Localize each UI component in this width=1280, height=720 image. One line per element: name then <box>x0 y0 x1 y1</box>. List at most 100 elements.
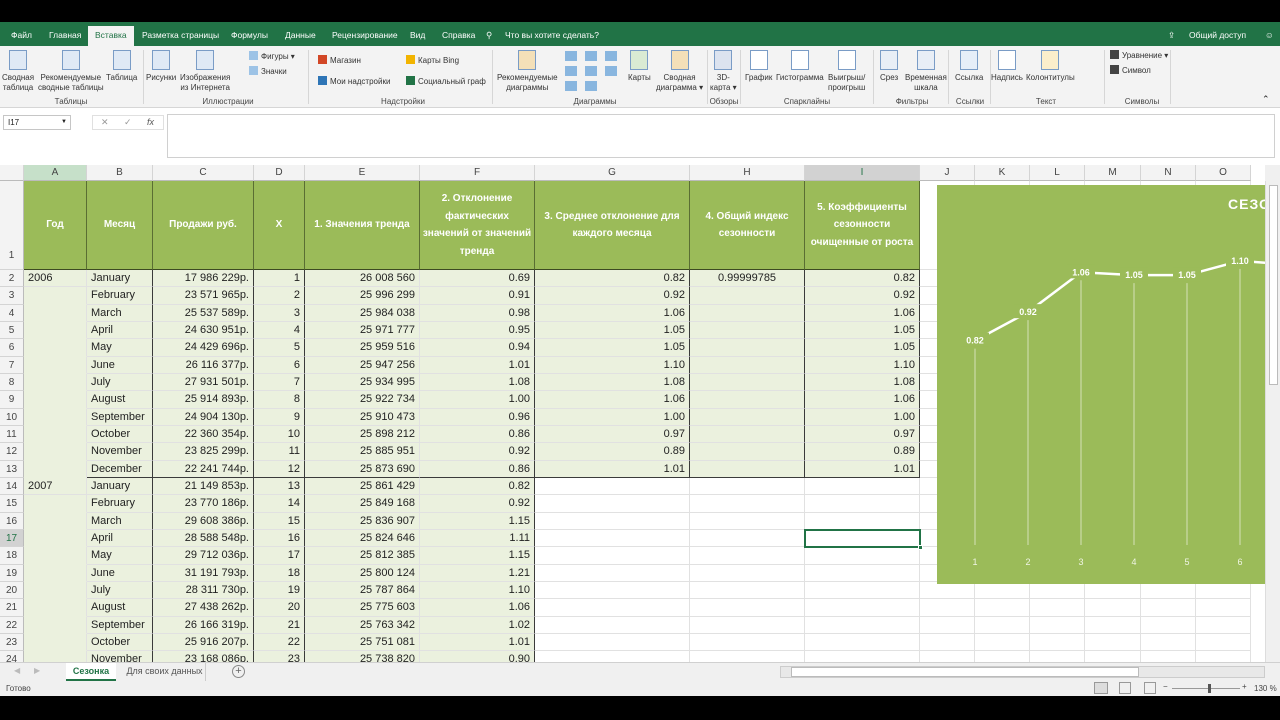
cell-C9[interactable]: 25 914 893р. <box>153 391 254 409</box>
chart-type-icon[interactable] <box>565 51 577 61</box>
row-header-2[interactable]: 2 <box>0 270 24 288</box>
cell-H19[interactable] <box>690 564 805 582</box>
cell-A13[interactable] <box>24 460 87 478</box>
cell-E6[interactable]: 25 959 516 <box>305 339 420 357</box>
empty-cell[interactable] <box>975 651 1030 662</box>
empty-cell[interactable] <box>920 599 975 617</box>
cell-F3[interactable]: 0.91 <box>420 287 535 305</box>
cell-B8[interactable]: July <box>87 373 153 392</box>
cell-H12[interactable] <box>690 443 805 461</box>
add-sheet-icon[interactable]: + <box>232 665 245 678</box>
cell-H13[interactable] <box>690 460 805 478</box>
cell-A22[interactable] <box>24 616 87 634</box>
cell-I20[interactable] <box>805 581 920 600</box>
cell-H11[interactable] <box>690 425 805 444</box>
cell-D14[interactable]: 13 <box>254 477 305 496</box>
cell-C21[interactable]: 27 438 262р. <box>153 599 254 617</box>
empty-cell[interactable] <box>1196 633 1251 652</box>
tell-me-search[interactable]: Что вы хотите сделать? <box>498 26 606 46</box>
cell-E19[interactable]: 25 800 124 <box>305 564 420 582</box>
seasonality-chart[interactable]: СЕЗО0.8210.9221.0631.0541.0551.106 <box>937 185 1265 584</box>
cell-F23[interactable]: 1.01 <box>420 633 535 652</box>
feedback-icon[interactable]: ☺ <box>1258 26 1280 46</box>
cell-A6[interactable] <box>24 339 87 357</box>
cell-A18[interactable] <box>24 547 87 565</box>
cell-F9[interactable]: 1.00 <box>420 391 535 409</box>
column-header-L[interactable]: L <box>1030 165 1085 181</box>
cell-E5[interactable]: 25 971 777 <box>305 321 420 340</box>
cell-I23[interactable] <box>805 633 920 652</box>
cell-F10[interactable]: 0.96 <box>420 408 535 426</box>
cell-D21[interactable]: 20 <box>254 599 305 617</box>
cell-E9[interactable]: 25 922 734 <box>305 391 420 409</box>
cell-B24[interactable]: November <box>87 651 153 662</box>
pivot-chart-button[interactable]: Сводная диаграмма ▾ <box>656 50 703 93</box>
cell-B10[interactable]: September <box>87 408 153 426</box>
cell-I5[interactable]: 1.05 <box>805 321 920 340</box>
empty-cell[interactable] <box>1030 599 1085 617</box>
header-cell-E[interactable]: 1. Значения тренда <box>305 181 420 270</box>
cell-A10[interactable] <box>24 408 87 426</box>
cell-B18[interactable]: May <box>87 547 153 565</box>
header-cell-B[interactable]: Месяц <box>87 181 153 270</box>
textbox-button[interactable]: Надпись <box>991 50 1023 83</box>
sparkline-line-button[interactable]: График <box>745 50 772 83</box>
empty-cell[interactable] <box>1141 581 1196 600</box>
bing-maps-button[interactable]: Карты Bing <box>406 55 459 66</box>
cell-E7[interactable]: 25 947 256 <box>305 356 420 374</box>
cell-I11[interactable]: 0.97 <box>805 425 920 444</box>
cell-G8[interactable]: 1.08 <box>535 373 690 392</box>
tab-5[interactable]: Данные <box>278 26 323 46</box>
empty-cell[interactable] <box>1085 581 1141 600</box>
store-button[interactable]: Магазин <box>318 55 361 66</box>
cell-C6[interactable]: 24 429 696р. <box>153 339 254 357</box>
share-button[interactable]: Общий доступ <box>1182 26 1253 46</box>
cell-D13[interactable]: 12 <box>254 460 305 478</box>
header-cell-A[interactable]: Год <box>24 181 87 270</box>
cell-H17[interactable] <box>690 529 805 548</box>
chart-type-icon[interactable] <box>565 81 577 91</box>
empty-cell[interactable] <box>1141 633 1196 652</box>
cell-G19[interactable] <box>535 564 690 582</box>
row-header-4[interactable]: 4 <box>0 304 24 322</box>
column-header-C[interactable]: C <box>153 165 254 181</box>
cell-C3[interactable]: 23 571 965р. <box>153 287 254 305</box>
cell-A9[interactable] <box>24 391 87 409</box>
cell-I8[interactable]: 1.08 <box>805 373 920 392</box>
row-header-11[interactable]: 11 <box>0 425 24 444</box>
cell-D11[interactable]: 10 <box>254 425 305 444</box>
cell-G16[interactable] <box>535 512 690 530</box>
scroll-right-icon[interactable]: ▶ <box>34 666 40 675</box>
select-all-corner[interactable] <box>0 165 24 181</box>
cell-E17[interactable]: 25 824 646 <box>305 529 420 548</box>
cell-H3[interactable] <box>690 287 805 305</box>
cell-I9[interactable]: 1.06 <box>805 391 920 409</box>
cell-D24[interactable]: 23 <box>254 651 305 662</box>
empty-cell[interactable] <box>920 633 975 652</box>
cell-D15[interactable]: 14 <box>254 495 305 513</box>
chart-type-icon[interactable] <box>565 66 577 76</box>
cell-C2[interactable]: 17 986 229р. <box>153 270 254 288</box>
cell-D8[interactable]: 7 <box>254 373 305 392</box>
tab-1[interactable]: Главная <box>42 26 88 46</box>
header-cell-I[interactable]: 5. Коэффициенты сезонности очищенные от … <box>805 181 920 270</box>
cell-G2[interactable]: 0.82 <box>535 270 690 288</box>
fill-handle[interactable] <box>918 545 923 551</box>
sparkline-column-button[interactable]: Гистограмма <box>776 50 824 83</box>
cell-I2[interactable]: 0.82 <box>805 270 920 288</box>
cell-I24[interactable] <box>805 651 920 662</box>
page-layout-icon[interactable] <box>1119 682 1131 694</box>
row-header-14[interactable]: 14 <box>0 477 24 496</box>
cell-I18[interactable] <box>805 547 920 565</box>
cell-D12[interactable]: 11 <box>254 443 305 461</box>
cell-E12[interactable]: 25 885 951 <box>305 443 420 461</box>
tab-2[interactable]: Вставка <box>88 26 134 46</box>
cell-H22[interactable] <box>690 616 805 634</box>
cell-A7[interactable] <box>24 356 87 374</box>
cell-I4[interactable]: 1.06 <box>805 304 920 322</box>
cell-I16[interactable] <box>805 512 920 530</box>
empty-cell[interactable] <box>1030 581 1085 600</box>
cell-C17[interactable]: 28 588 548р. <box>153 529 254 548</box>
empty-cell[interactable] <box>1196 599 1251 617</box>
cell-B7[interactable]: June <box>87 356 153 374</box>
